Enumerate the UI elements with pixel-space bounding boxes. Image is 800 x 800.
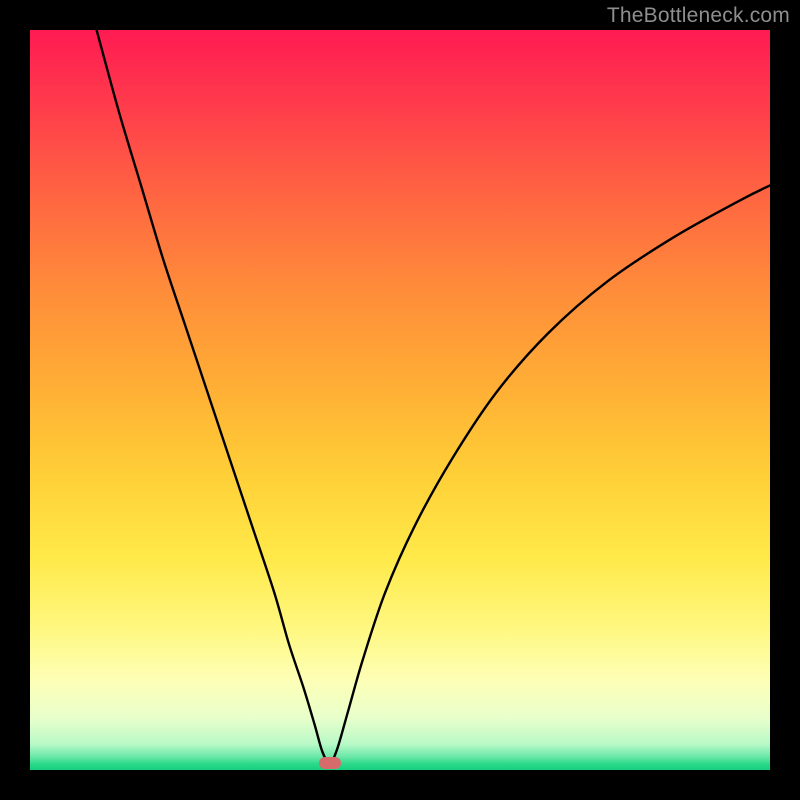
frame-border <box>0 770 800 800</box>
frame-border <box>0 0 30 800</box>
chart-stage: TheBottleneck.com <box>0 0 800 800</box>
plot-background-gradient <box>30 30 770 770</box>
watermark-text: TheBottleneck.com <box>607 4 790 28</box>
min-point-marker <box>319 757 341 769</box>
frame-border <box>770 0 800 800</box>
